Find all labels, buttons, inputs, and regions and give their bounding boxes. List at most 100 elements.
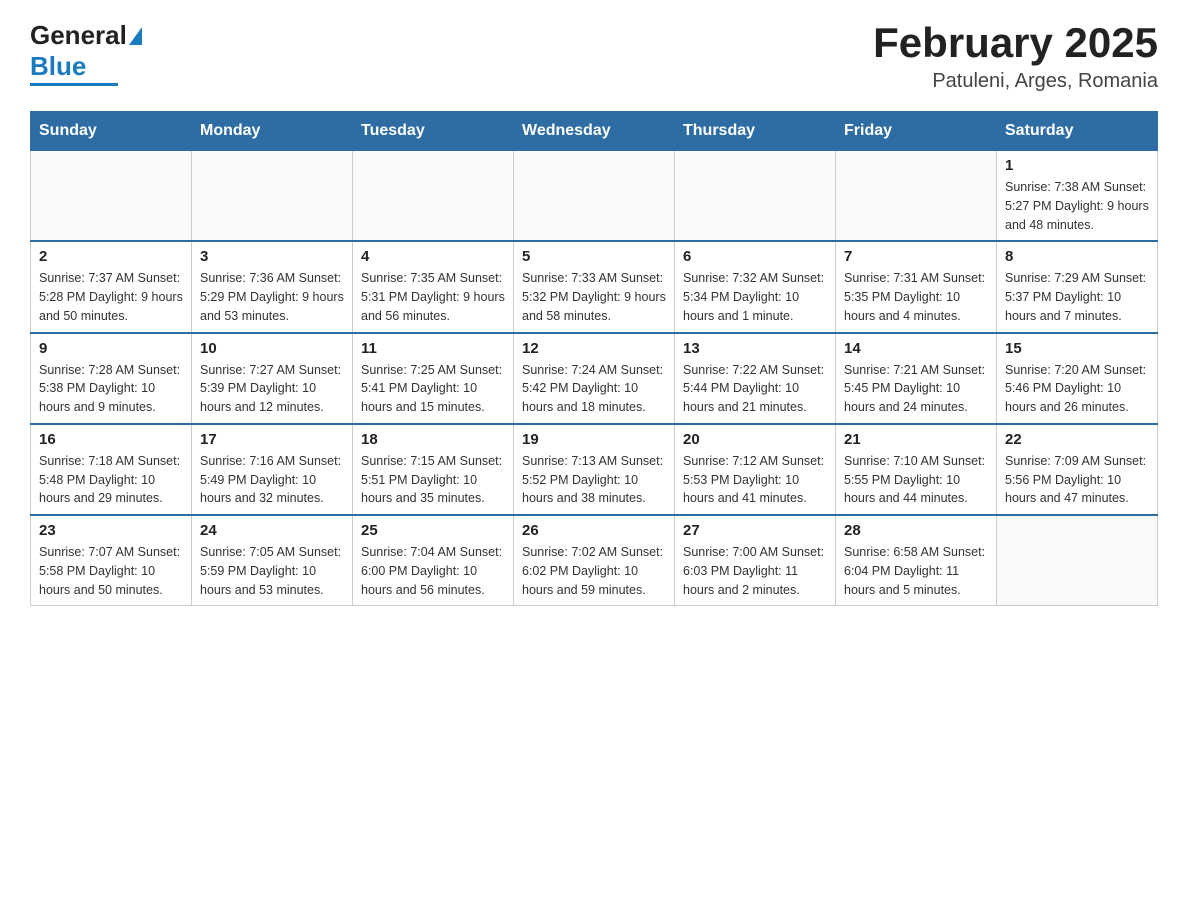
day-number: 20 — [683, 431, 827, 448]
day-info: Sunrise: 7:12 AM Sunset: 5:53 PM Dayligh… — [683, 452, 827, 508]
day-number: 18 — [361, 431, 505, 448]
calendar-day-cell: 2 Sunrise: 7:37 AM Sunset: 5:28 PM Daylig… — [31, 241, 192, 332]
calendar-day-cell: 5 Sunrise: 7:33 AM Sunset: 5:32 PM Daylig… — [514, 241, 675, 332]
logo: General Blue — [30, 20, 142, 86]
header-tuesday: Tuesday — [353, 112, 514, 151]
day-info: Sunrise: 7:37 AM Sunset: 5:28 PM Dayligh… — [39, 269, 183, 325]
day-info: Sunrise: 7:35 AM Sunset: 5:31 PM Dayligh… — [361, 269, 505, 325]
header-wednesday: Wednesday — [514, 112, 675, 151]
calendar-day-cell — [31, 151, 192, 242]
calendar-day-cell: 21Sunrise: 7:10 AM Sunset: 5:55 PM Dayli… — [836, 424, 997, 515]
calendar-day-cell: 19 Sunrise: 7:13 AM Sunset: 5:52 PM Dayli… — [514, 424, 675, 515]
day-info: Sunrise: 7:09 AM Sunset: 5:56 PM Dayligh… — [1005, 452, 1149, 508]
day-number: 24 — [200, 522, 344, 539]
day-info: Sunrise: 7:07 AM Sunset: 5:58 PM Dayligh… — [39, 543, 183, 599]
logo-underline — [30, 83, 118, 86]
day-info: Sunrise: 7:22 AM Sunset: 5:44 PM Dayligh… — [683, 361, 827, 417]
calendar-day-cell: 28 Sunrise: 6:58 AM Sunset: 6:04 PM Dayli… — [836, 515, 997, 606]
calendar-subtitle: Patuleni, Arges, Romania — [873, 70, 1158, 93]
day-number: 7 — [844, 248, 988, 265]
day-number: 21 — [844, 431, 988, 448]
header-thursday: Thursday — [675, 112, 836, 151]
day-number: 2 — [39, 248, 183, 265]
day-info: Sunrise: 7:33 AM Sunset: 5:32 PM Dayligh… — [522, 269, 666, 325]
day-number: 19 — [522, 431, 666, 448]
day-number: 26 — [522, 522, 666, 539]
calendar-day-cell: 13 Sunrise: 7:22 AM Sunset: 5:44 PM Dayli… — [675, 333, 836, 424]
weekday-header-row: Sunday Monday Tuesday Wednesday Thursday… — [31, 112, 1158, 151]
day-number: 14 — [844, 340, 988, 357]
day-info: Sunrise: 7:20 AM Sunset: 5:46 PM Dayligh… — [1005, 361, 1149, 417]
logo-blue-part — [127, 27, 142, 45]
page-header: General Blue February 2025 Patuleni, Arg… — [30, 20, 1158, 93]
day-number: 15 — [1005, 340, 1149, 357]
logo-triangle-icon — [129, 27, 142, 45]
day-number: 9 — [39, 340, 183, 357]
day-info: Sunrise: 7:25 AM Sunset: 5:41 PM Dayligh… — [361, 361, 505, 417]
calendar-day-cell: 3 Sunrise: 7:36 AM Sunset: 5:29 PM Daylig… — [192, 241, 353, 332]
calendar-day-cell: 12 Sunrise: 7:24 AM Sunset: 5:42 PM Dayli… — [514, 333, 675, 424]
header-saturday: Saturday — [997, 112, 1158, 151]
day-info: Sunrise: 7:00 AM Sunset: 6:03 PM Dayligh… — [683, 543, 827, 599]
day-number: 5 — [522, 248, 666, 265]
calendar-day-cell: 10 Sunrise: 7:27 AM Sunset: 5:39 PM Dayli… — [192, 333, 353, 424]
day-number: 28 — [844, 522, 988, 539]
calendar-day-cell: 14 Sunrise: 7:21 AM Sunset: 5:45 PM Dayli… — [836, 333, 997, 424]
calendar-day-cell — [675, 151, 836, 242]
header-monday: Monday — [192, 112, 353, 151]
calendar-day-cell — [514, 151, 675, 242]
day-info: Sunrise: 7:32 AM Sunset: 5:34 PM Dayligh… — [683, 269, 827, 325]
calendar-day-cell — [353, 151, 514, 242]
day-info: Sunrise: 6:58 AM Sunset: 6:04 PM Dayligh… — [844, 543, 988, 599]
day-number: 27 — [683, 522, 827, 539]
calendar-day-cell: 17 Sunrise: 7:16 AM Sunset: 5:49 PM Dayli… — [192, 424, 353, 515]
day-info: Sunrise: 7:31 AM Sunset: 5:35 PM Dayligh… — [844, 269, 988, 325]
calendar-day-cell: 8 Sunrise: 7:29 AM Sunset: 5:37 PM Daylig… — [997, 241, 1158, 332]
calendar-day-cell: 25 Sunrise: 7:04 AM Sunset: 6:00 PM Dayli… — [353, 515, 514, 606]
calendar-day-cell: 26Sunrise: 7:02 AM Sunset: 6:02 PM Dayli… — [514, 515, 675, 606]
calendar-day-cell: 1 Sunrise: 7:38 AM Sunset: 5:27 PM Daylig… — [997, 151, 1158, 242]
calendar-week-row: 9 Sunrise: 7:28 AM Sunset: 5:38 PM Daylig… — [31, 333, 1158, 424]
day-number: 13 — [683, 340, 827, 357]
calendar-day-cell: 15 Sunrise: 7:20 AM Sunset: 5:46 PM Dayli… — [997, 333, 1158, 424]
calendar-day-cell — [836, 151, 997, 242]
day-info: Sunrise: 7:36 AM Sunset: 5:29 PM Dayligh… — [200, 269, 344, 325]
day-info: Sunrise: 7:27 AM Sunset: 5:39 PM Dayligh… — [200, 361, 344, 417]
calendar-day-cell: 11 Sunrise: 7:25 AM Sunset: 5:41 PM Dayli… — [353, 333, 514, 424]
day-info: Sunrise: 7:13 AM Sunset: 5:52 PM Dayligh… — [522, 452, 666, 508]
logo-general-text: General — [30, 20, 127, 51]
header-sunday: Sunday — [31, 112, 192, 151]
calendar-week-row: 1 Sunrise: 7:38 AM Sunset: 5:27 PM Daylig… — [31, 151, 1158, 242]
calendar-day-cell: 7 Sunrise: 7:31 AM Sunset: 5:35 PM Daylig… — [836, 241, 997, 332]
day-info: Sunrise: 7:04 AM Sunset: 6:00 PM Dayligh… — [361, 543, 505, 599]
day-number: 25 — [361, 522, 505, 539]
calendar-day-cell: 9 Sunrise: 7:28 AM Sunset: 5:38 PM Daylig… — [31, 333, 192, 424]
day-number: 11 — [361, 340, 505, 357]
day-number: 16 — [39, 431, 183, 448]
day-info: Sunrise: 7:21 AM Sunset: 5:45 PM Dayligh… — [844, 361, 988, 417]
day-info: Sunrise: 7:29 AM Sunset: 5:37 PM Dayligh… — [1005, 269, 1149, 325]
day-info: Sunrise: 7:18 AM Sunset: 5:48 PM Dayligh… — [39, 452, 183, 508]
calendar-day-cell: 6Sunrise: 7:32 AM Sunset: 5:34 PM Daylig… — [675, 241, 836, 332]
calendar-day-cell: 20 Sunrise: 7:12 AM Sunset: 5:53 PM Dayli… — [675, 424, 836, 515]
calendar-day-cell — [192, 151, 353, 242]
day-number: 22 — [1005, 431, 1149, 448]
calendar-day-cell: 22 Sunrise: 7:09 AM Sunset: 5:56 PM Dayli… — [997, 424, 1158, 515]
day-number: 10 — [200, 340, 344, 357]
header-friday: Friday — [836, 112, 997, 151]
day-number: 17 — [200, 431, 344, 448]
day-number: 1 — [1005, 157, 1149, 174]
day-number: 12 — [522, 340, 666, 357]
day-info: Sunrise: 7:38 AM Sunset: 5:27 PM Dayligh… — [1005, 178, 1149, 234]
title-block: February 2025 Patuleni, Arges, Romania — [873, 20, 1158, 93]
day-number: 4 — [361, 248, 505, 265]
logo-blue-text: Blue — [30, 51, 86, 82]
day-info: Sunrise: 7:24 AM Sunset: 5:42 PM Dayligh… — [522, 361, 666, 417]
day-info: Sunrise: 7:28 AM Sunset: 5:38 PM Dayligh… — [39, 361, 183, 417]
day-number: 3 — [200, 248, 344, 265]
calendar-week-row: 16 Sunrise: 7:18 AM Sunset: 5:48 PM Dayli… — [31, 424, 1158, 515]
calendar-day-cell — [997, 515, 1158, 606]
day-info: Sunrise: 7:16 AM Sunset: 5:49 PM Dayligh… — [200, 452, 344, 508]
day-number: 8 — [1005, 248, 1149, 265]
calendar-day-cell: 24Sunrise: 7:05 AM Sunset: 5:59 PM Dayli… — [192, 515, 353, 606]
